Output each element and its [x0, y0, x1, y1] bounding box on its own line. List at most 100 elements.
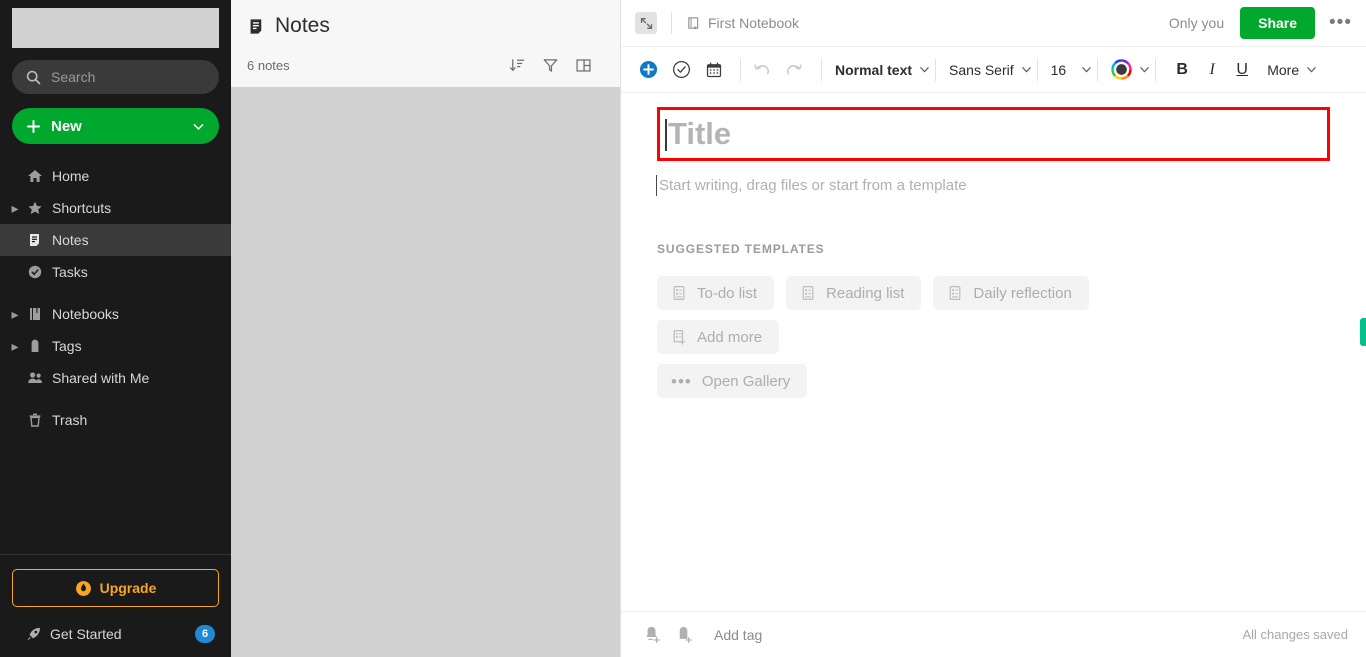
note-body-input[interactable]: Start writing, drag files or start from …: [656, 175, 1330, 196]
star-icon: [22, 200, 48, 216]
note-icon: [22, 232, 48, 248]
open-gallery-chip[interactable]: ••• Open Gallery: [657, 364, 808, 398]
plus-icon: [26, 119, 41, 134]
sidebar-item-label: Tags: [52, 338, 82, 354]
sidebar-nav: ▸ Home ▸ Shortcuts ▸: [0, 160, 231, 436]
editor-canvas: Title Start writing, drag files or start…: [621, 93, 1366, 611]
template-label: Add more: [697, 328, 763, 346]
sidebar-item-label: Shared with Me: [52, 370, 150, 386]
note-editor: First Notebook Only you Share ••• Normal…: [621, 0, 1366, 657]
template-label: Open Gallery: [701, 372, 791, 390]
text-color-picker[interactable]: [1109, 56, 1152, 84]
template-doc-icon: [947, 285, 963, 301]
chevron-down-icon: [919, 64, 930, 75]
check-circle-icon[interactable]: [672, 60, 691, 79]
sidebar-item-trash[interactable]: ▸ Trash: [0, 404, 231, 436]
sidebar-item-notebooks[interactable]: ▸ Notebooks: [0, 298, 231, 330]
sidebar: Search New ▸ Home: [0, 0, 231, 657]
note-list-body-placeholder[interactable]: [231, 87, 620, 657]
sidebar-item-shared-with-me[interactable]: ▸ Shared with Me: [0, 362, 231, 394]
formatting-toolbar: Normal text Sans Serif 16 B I U More: [621, 47, 1366, 93]
sidebar-filler: [0, 436, 231, 554]
note-title-input[interactable]: Title: [664, 116, 731, 152]
save-status: All changes saved: [1242, 627, 1348, 642]
note-list-header: Notes 6 notes: [231, 0, 620, 80]
sidebar-item-label: Tasks: [52, 264, 88, 280]
account-area-placeholder[interactable]: [12, 8, 219, 48]
undo-icon[interactable]: [752, 60, 771, 79]
editor-topbar: First Notebook Only you Share •••: [621, 0, 1366, 47]
get-started-badge: 6: [195, 625, 215, 643]
caret-icon[interactable]: ▸: [8, 200, 22, 217]
template-doc-icon: [671, 285, 687, 301]
rocket-icon: [20, 626, 46, 643]
add-reminder-icon[interactable]: [643, 625, 662, 644]
sidebar-item-label: Notes: [52, 232, 89, 248]
filter-icon[interactable]: [542, 57, 559, 74]
font-size-value: 16: [1050, 61, 1067, 78]
italic-button[interactable]: I: [1197, 56, 1227, 84]
view-layout-icon[interactable]: [575, 57, 592, 74]
sidebar-item-home[interactable]: ▸ Home: [0, 160, 231, 192]
upgrade-label: Upgrade: [99, 580, 157, 596]
divider: [671, 12, 672, 34]
redo-icon[interactable]: [785, 60, 804, 79]
sidebar-item-shortcuts[interactable]: ▸ Shortcuts: [0, 192, 231, 224]
more-horizontal-icon: •••: [671, 371, 692, 391]
paragraph-style-value: Normal text: [835, 61, 913, 78]
calendar-icon[interactable]: [705, 61, 723, 79]
breadcrumb[interactable]: First Notebook: [686, 15, 799, 31]
template-chip-daily-reflection[interactable]: Daily reflection: [933, 276, 1089, 310]
template-row: ••• Open Gallery: [657, 364, 1330, 398]
font-family-dropdown[interactable]: Sans Serif: [947, 56, 1034, 84]
paragraph-style-dropdown[interactable]: Normal text: [833, 56, 932, 84]
bold-button[interactable]: B: [1167, 56, 1197, 84]
template-add-icon: [671, 329, 687, 345]
expand-collapse-icon[interactable]: [635, 12, 657, 34]
template-chip-add-more[interactable]: Add more: [657, 320, 780, 354]
sidebar-item-notes[interactable]: ▸ Notes: [0, 224, 231, 256]
underline-button[interactable]: U: [1227, 56, 1257, 84]
divider: [1097, 58, 1099, 81]
add-tag-icon[interactable]: [675, 625, 694, 644]
search-input[interactable]: Search: [12, 60, 219, 94]
check-circle-icon: [22, 264, 48, 280]
search-icon: [26, 70, 41, 85]
template-label: Daily reflection: [973, 284, 1072, 302]
caret-icon[interactable]: ▸: [8, 306, 22, 323]
home-icon: [22, 168, 48, 184]
note-list-panel: Notes 6 notes: [231, 0, 621, 657]
plus-circle-icon[interactable]: [639, 60, 658, 79]
add-tag-button[interactable]: Add tag: [714, 627, 762, 643]
template-chip-todo-list[interactable]: To-do list: [657, 276, 775, 310]
template-chip-reading-list[interactable]: Reading list: [786, 276, 922, 310]
template-label: Reading list: [826, 284, 905, 302]
sidebar-item-tasks[interactable]: ▸ Tasks: [0, 256, 231, 288]
caret-icon[interactable]: ▸: [8, 338, 22, 355]
notebook-star-icon: [686, 16, 701, 31]
sidebar-item-label: Shortcuts: [52, 200, 112, 216]
divider: [1155, 58, 1157, 81]
chevron-down-icon: [1021, 64, 1032, 75]
get-started-item[interactable]: Get Started 6: [12, 621, 219, 647]
sort-icon[interactable]: [509, 57, 526, 74]
trash-icon: [22, 412, 48, 428]
new-button[interactable]: New: [12, 108, 219, 144]
template-label: To-do list: [697, 284, 758, 302]
note-list-title-row: Notes: [247, 14, 604, 38]
right-edge-tab[interactable]: [1360, 318, 1366, 346]
upgrade-button[interactable]: Upgrade: [12, 569, 219, 607]
more-formatting-dropdown[interactable]: More: [1267, 62, 1317, 78]
note-list-subheader: 6 notes: [247, 50, 604, 80]
font-size-dropdown[interactable]: 16: [1049, 56, 1095, 84]
chevron-down-icon: [1081, 64, 1092, 75]
sidebar-item-label: Trash: [52, 412, 88, 428]
share-button[interactable]: Share: [1240, 7, 1316, 39]
new-button-label: New: [51, 117, 82, 135]
more-horizontal-icon[interactable]: •••: [1329, 12, 1352, 34]
app-root: Search New ▸ Home: [0, 0, 1366, 657]
sidebar-item-tags[interactable]: ▸ Tags: [0, 330, 231, 362]
search-placeholder: Search: [51, 69, 96, 85]
